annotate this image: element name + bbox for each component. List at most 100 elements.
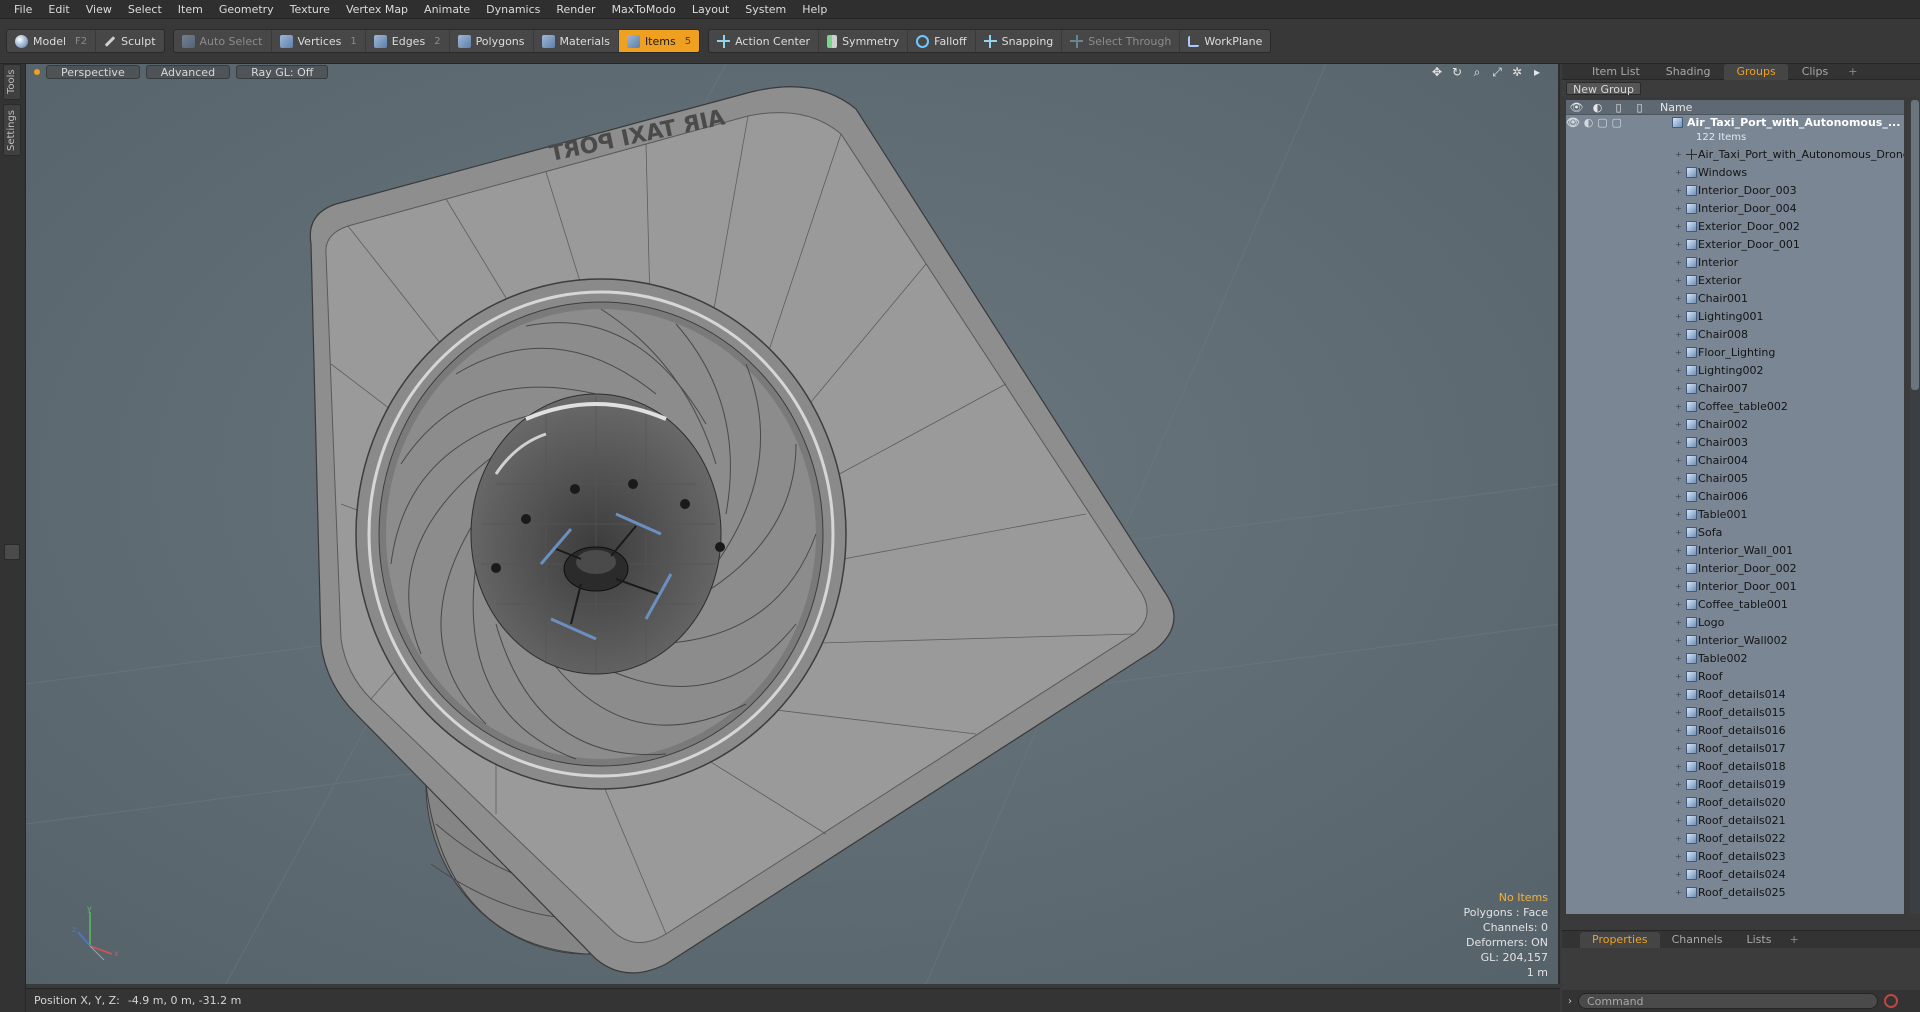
maximize-icon[interactable]: ⤢ [1490, 65, 1504, 79]
menu-render[interactable]: Render [548, 0, 603, 19]
tree-item-row[interactable]: + Interior_Door_004 [1566, 199, 1904, 217]
tree-item-row[interactable]: + Interior_Wall_001 [1566, 541, 1904, 559]
sculpt-mode-button[interactable]: Sculpt [96, 30, 163, 52]
command-stop-icon[interactable] [1884, 994, 1898, 1008]
render-column-icon[interactable]: ◐ [1587, 101, 1608, 114]
expand-icon[interactable]: + [1675, 600, 1682, 609]
expand-icon[interactable]: + [1675, 798, 1682, 807]
select-through-button[interactable]: Select Through [1062, 30, 1181, 52]
tree-item-row[interactable]: + Roof_details018 [1566, 757, 1904, 775]
menu-layout[interactable]: Layout [684, 0, 737, 19]
name-column-header[interactable]: Name [1660, 101, 1692, 114]
tree-item-row[interactable]: + Table002 [1566, 649, 1904, 667]
tree-item-row[interactable]: + Air_Taxi_Port_with_Autonomous_Drone [1566, 145, 1904, 163]
expand-icon[interactable]: + [1675, 366, 1682, 375]
tree-item-row[interactable]: + Roof_details014 [1566, 685, 1904, 703]
shading-style-dropdown[interactable]: Advanced [145, 65, 231, 79]
expand-icon[interactable]: + [1675, 456, 1682, 465]
tree-item-row[interactable]: + Floor_Lighting [1566, 343, 1904, 361]
tree-item-row[interactable]: + Chair007 [1566, 379, 1904, 397]
expand-icon[interactable]: + [1675, 816, 1682, 825]
rotate-icon[interactable]: ↻ [1450, 65, 1464, 79]
menu-edit[interactable]: Edit [40, 0, 77, 19]
expand-icon[interactable]: + [1675, 384, 1682, 393]
expand-icon[interactable]: + [1675, 168, 1682, 177]
vertices-button[interactable]: Vertices 1 [272, 30, 366, 52]
expand-icon[interactable]: + [1675, 276, 1682, 285]
command-history-arrow-icon[interactable]: › [1568, 996, 1572, 1007]
tree-item-row[interactable]: + Chair002 [1566, 415, 1904, 433]
viewport-menu-dot-icon[interactable] [34, 69, 40, 75]
expand-icon[interactable]: + [1675, 312, 1682, 321]
zoom-icon[interactable]: ⌕ [1470, 65, 1484, 79]
expand-icon[interactable]: + [1675, 762, 1682, 771]
menu-system[interactable]: System [737, 0, 794, 19]
menu-file[interactable]: File [6, 0, 40, 19]
tree-item-row[interactable]: + Exterior [1566, 271, 1904, 289]
expand-icon[interactable]: + [1675, 150, 1682, 159]
expand-icon[interactable]: + [1675, 888, 1682, 897]
expand-icon[interactable]: + [1675, 492, 1682, 501]
expand-icon[interactable]: + [1675, 546, 1682, 555]
tree-item-row[interactable]: + Lighting002 [1566, 361, 1904, 379]
tree-item-row[interactable]: + Chair005 [1566, 469, 1904, 487]
new-group-button[interactable]: New Group [1566, 82, 1641, 96]
tab-shading[interactable]: Shading [1654, 64, 1723, 80]
tree-item-row[interactable]: + Chair003 [1566, 433, 1904, 451]
visibility-column-icon[interactable]: 👁 [1566, 101, 1587, 114]
expand-icon[interactable]: + [1675, 708, 1682, 717]
tree-item-row[interactable]: + Chair006 [1566, 487, 1904, 505]
menu-animate[interactable]: Animate [416, 0, 478, 19]
materials-button[interactable]: Materials [534, 30, 619, 52]
expand-icon[interactable]: + [1675, 420, 1682, 429]
tree-item-row[interactable]: + Roof_details025 [1566, 883, 1904, 901]
menu-texture[interactable]: Texture [282, 0, 338, 19]
tree-item-row[interactable]: + Roof [1566, 667, 1904, 685]
panel-toggle-icon[interactable] [4, 544, 20, 560]
raygl-toggle[interactable]: Ray GL: Off [236, 65, 329, 79]
expand-icon[interactable]: + [1675, 474, 1682, 483]
tree-item-row[interactable]: + Table001 [1566, 505, 1904, 523]
tree-item-row[interactable]: + Roof_details022 [1566, 829, 1904, 847]
tree-item-row[interactable]: + Coffee_table002 [1566, 397, 1904, 415]
expand-icon[interactable]: + [1675, 780, 1682, 789]
expand-icon[interactable]: + [1675, 438, 1682, 447]
tree-item-row[interactable]: + Exterior_Door_002 [1566, 217, 1904, 235]
menu-item[interactable]: Item [170, 0, 211, 19]
tab-properties[interactable]: Properties [1580, 931, 1660, 948]
tree-item-row[interactable]: + Chair004 [1566, 451, 1904, 469]
tree-scrollbar-thumb[interactable] [1911, 100, 1919, 390]
expand-icon[interactable]: + [1675, 294, 1682, 303]
workplane-button[interactable]: WorkPlane [1180, 30, 1270, 52]
symmetry-button[interactable]: Symmetry [819, 30, 909, 52]
viewport-settings-icon[interactable]: ✲ [1510, 65, 1524, 79]
lock-column-icon[interactable]: ▯ [1608, 101, 1629, 114]
expand-icon[interactable]: + [1675, 348, 1682, 357]
menu-vertex-map[interactable]: Vertex Map [338, 0, 416, 19]
tree-item-row[interactable]: + Roof_details020 [1566, 793, 1904, 811]
tree-item-row[interactable]: + Interior [1566, 253, 1904, 271]
add-properties-tab-icon[interactable]: + [1783, 932, 1804, 948]
tab-item-list[interactable]: Item List [1580, 64, 1652, 80]
viewport-expand-arrow-icon[interactable]: ▸ [1530, 65, 1544, 79]
tree-item-row[interactable]: + Interior_Door_002 [1566, 559, 1904, 577]
tab-channels[interactable]: Channels [1660, 932, 1735, 948]
expand-icon[interactable]: + [1675, 564, 1682, 573]
tree-item-row[interactable]: + Roof_details019 [1566, 775, 1904, 793]
tree-item-row[interactable]: + Interior_Door_001 [1566, 577, 1904, 595]
edges-button[interactable]: Edges 2 [366, 30, 450, 52]
tree-item-row[interactable]: + Exterior_Door_001 [1566, 235, 1904, 253]
menu-view[interactable]: View [78, 0, 120, 19]
expand-icon[interactable]: + [1675, 690, 1682, 699]
expand-icon[interactable]: + [1675, 672, 1682, 681]
expand-icon[interactable]: + [1675, 834, 1682, 843]
expand-icon[interactable]: + [1675, 582, 1682, 591]
tree-item-row[interactable]: + Interior_Wall002 [1566, 631, 1904, 649]
expand-icon[interactable]: + [1675, 744, 1682, 753]
tree-root-row[interactable]: 👁 ◐ ▢ ▢ Air_Taxi_Port_with_Autonomous_..… [1566, 115, 1904, 130]
3d-viewport[interactable]: Perspective Advanced Ray GL: Off ✥ ↻ ⌕ ⤢… [26, 64, 1560, 984]
root-visibility-icons[interactable]: 👁 ◐ ▢ ▢ [1566, 116, 1656, 129]
pan-icon[interactable]: ✥ [1430, 65, 1444, 79]
auto-select-button[interactable]: Auto Select [174, 30, 272, 52]
expand-icon[interactable]: + [1675, 330, 1682, 339]
